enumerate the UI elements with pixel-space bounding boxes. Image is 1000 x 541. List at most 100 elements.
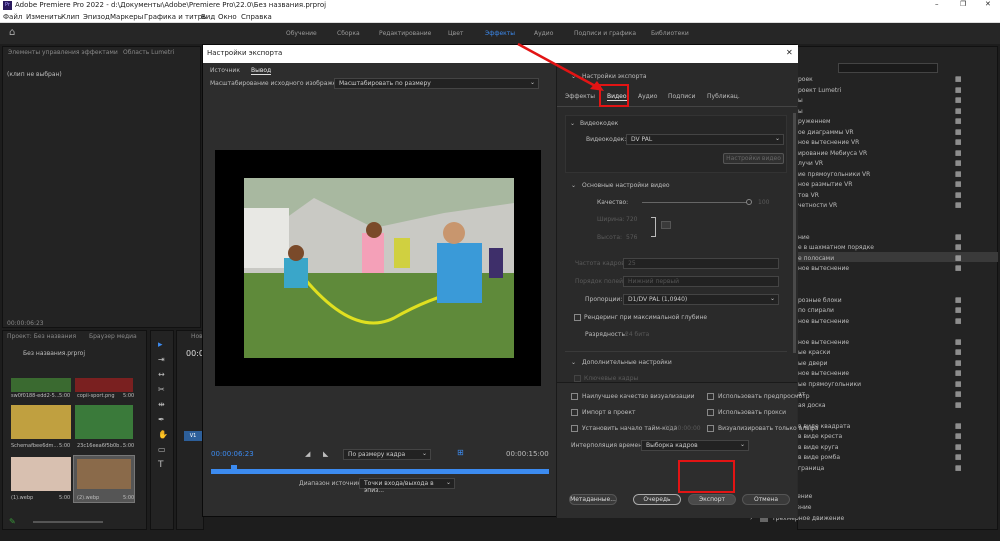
effect-list-item[interactable]: е в шахматном порядке ▦ (798, 243, 988, 253)
minimize-icon[interactable]: – (935, 0, 939, 8)
maximize-icon[interactable]: ❐ (960, 0, 966, 8)
best-quality-checkbox[interactable] (571, 393, 578, 400)
source-range-select[interactable]: Точки входа/выхода в эпиз... ⌄ (359, 478, 455, 494)
rectangle-icon[interactable]: ▭ (158, 445, 166, 454)
dialog-close-icon[interactable]: ✕ (786, 48, 793, 57)
settings-scrollbar[interactable] (793, 113, 796, 353)
home-icon[interactable]: ⌂ (9, 27, 15, 38)
aspect-select[interactable]: D1/DV PAL (1,0940) ⌄ (623, 294, 779, 305)
advanced-heading[interactable]: Дополнительные настройки (582, 359, 672, 366)
render-alpha-checkbox[interactable] (707, 425, 714, 432)
playhead[interactable] (231, 465, 237, 471)
codec-select[interactable]: DV PAL ⌄ (626, 134, 784, 145)
close-window-icon[interactable]: ✕ (985, 0, 991, 8)
track-select-icon[interactable]: ⇥ (158, 355, 165, 364)
project-thumb-2[interactable] (75, 378, 133, 392)
export-button[interactable]: Экспорт (688, 494, 736, 505)
effect-list-item[interactable]: ая доска ▦ (798, 401, 988, 411)
quality-slider[interactable] (642, 199, 752, 205)
effect-list-item[interactable]: ние ▦ (798, 233, 988, 243)
effect-list-item[interactable] (798, 411, 988, 421)
effect-list-item[interactable] (798, 285, 988, 295)
project-thumb-5[interactable] (11, 457, 71, 491)
menu-window[interactable]: Окно (218, 13, 237, 21)
max-depth-checkbox[interactable] (574, 314, 581, 321)
workspace-learning[interactable]: Обучение (286, 30, 317, 37)
menu-sequence[interactable]: Эпизод (83, 13, 110, 21)
effect-list-item[interactable]: ы ▦ (798, 107, 988, 117)
metadata-button[interactable]: Метаданные... (569, 494, 617, 505)
slip-icon[interactable]: ⇹ (158, 400, 165, 409)
razor-icon[interactable]: ✂ (158, 385, 165, 394)
effect-list-item[interactable] (798, 327, 988, 337)
track-v1[interactable]: V1 (184, 431, 202, 441)
menu-graphics[interactable]: Графика и титры (144, 13, 208, 21)
effect-list-item[interactable]: роект Lumetri ▦ (798, 86, 988, 96)
workspace-color[interactable]: Цвет (448, 30, 463, 37)
pencil-icon[interactable]: ✎ (9, 517, 16, 526)
use-previews-checkbox[interactable] (707, 393, 714, 400)
effect-list-item[interactable]: ное вытеснение VR ▦ (798, 138, 988, 148)
cancel-button[interactable]: Отмена (742, 494, 790, 505)
effect-list-item[interactable]: четности VR ▦ (798, 201, 988, 211)
workspace-assembly[interactable]: Сборка (337, 30, 360, 37)
effect-list-item[interactable]: ие прямоугольники VR ▦ (798, 170, 988, 180)
effect-list-item[interactable]: ное вытеснение ▦ (798, 369, 988, 379)
workspace-audio[interactable]: Аудио (534, 30, 553, 37)
tab-lumetri-scopes[interactable]: Область Lumetri (123, 49, 174, 56)
effect-list-item[interactable]: ное вытеснение ▦ (798, 317, 988, 327)
project-thumb-1[interactable] (11, 378, 71, 392)
zoom-slider[interactable] (33, 521, 103, 523)
effect-list-item[interactable]: граница ▦ (798, 464, 988, 474)
pen-icon[interactable]: ✒ (158, 415, 165, 424)
menu-clip[interactable]: Клип (61, 13, 80, 21)
use-proxies-checkbox[interactable] (707, 409, 714, 416)
effects-search-input[interactable] (838, 63, 938, 73)
effect-list-item[interactable]: ы ▦ (798, 96, 988, 106)
tab-media-browser[interactable]: Браузер медиа (89, 333, 137, 340)
effect-list-item[interactable]: ат ▦ (798, 390, 988, 400)
menu-edit[interactable]: Изменить (26, 13, 62, 21)
workspace-editing[interactable]: Редактирование (379, 30, 431, 37)
menu-view[interactable]: Вид (201, 13, 215, 21)
mark-in-icon[interactable]: ◢ (305, 450, 310, 458)
effect-list-item[interactable]: роек ▦ (798, 75, 988, 85)
project-thumb-3[interactable] (11, 405, 71, 439)
safe-margins-icon[interactable]: ⊞ (457, 448, 464, 457)
effect-list-item[interactable]: в виде квадрата ▦ (798, 422, 988, 432)
effect-list-item[interactable]: е полосами ▦ (798, 254, 988, 264)
tab-project[interactable]: Проект: Без названия (7, 333, 76, 340)
fit-select[interactable]: По размеру кадра ⌄ (343, 449, 431, 460)
workspace-libraries[interactable]: Библиотеки (651, 30, 689, 37)
preview-timeline-track[interactable] (211, 465, 549, 474)
effect-list-item[interactable]: по спирали ▦ (798, 306, 988, 316)
effect-list-item[interactable]: ирование Мебиуса VR ▦ (798, 149, 988, 159)
effect-list-item[interactable]: тов VR ▦ (798, 191, 988, 201)
effect-list-item[interactable]: ое диаграммы VR ▦ (798, 128, 988, 138)
effect-list-item[interactable]: в виде круга ▦ (798, 443, 988, 453)
tab-captions[interactable]: Подписи (668, 93, 695, 100)
effect-list-item[interactable]: ые краски ▦ (798, 348, 988, 358)
selection-tool-icon[interactable]: ▸ (158, 340, 163, 350)
tab-source[interactable]: Источник (210, 67, 240, 74)
video-codec-heading[interactable]: Видеокодек (580, 120, 618, 127)
ripple-edit-icon[interactable]: ↔ (158, 370, 165, 379)
tab-publish[interactable]: Публикац. (707, 93, 740, 100)
effect-list-item[interactable]: ное вытеснение ▦ (798, 264, 988, 274)
workspace-captions[interactable]: Подписи и графика (574, 30, 636, 37)
project-thumb-4[interactable] (75, 405, 133, 439)
menu-markers[interactable]: Маркеры (110, 13, 143, 21)
menu-help[interactable]: Справка (241, 13, 272, 21)
hand-icon[interactable]: ✋ (158, 430, 168, 439)
effect-list-item[interactable] (798, 222, 988, 232)
queue-button[interactable]: Очередь (633, 494, 681, 505)
effect-list-item[interactable]: лучи VR ▦ (798, 159, 988, 169)
effect-list-item[interactable]: ное размытие VR ▦ (798, 180, 988, 190)
effect-list-item[interactable] (798, 275, 988, 285)
effect-list-item[interactable]: в виде креста ▦ (798, 432, 988, 442)
effect-list-item[interactable]: в виде ромба ▦ (798, 453, 988, 463)
mark-out-icon[interactable]: ◣ (323, 450, 328, 458)
basic-video-heading[interactable]: Основные настройки видео (582, 182, 670, 189)
effect-list-item[interactable]: ное вытеснение ▦ (798, 338, 988, 348)
tab-audio[interactable]: Аудио (638, 93, 657, 100)
